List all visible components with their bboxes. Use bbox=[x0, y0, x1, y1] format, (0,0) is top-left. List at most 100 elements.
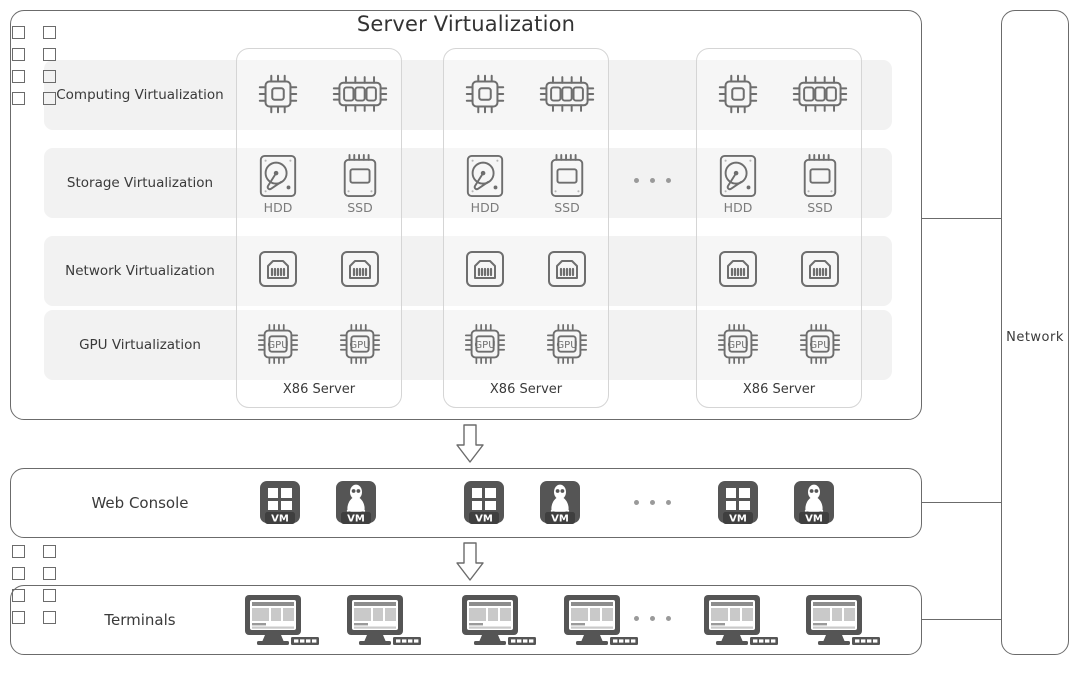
connector-console-to-network bbox=[922, 502, 1001, 503]
server-network-icons bbox=[697, 247, 861, 291]
ssd-caption: SSD bbox=[347, 200, 373, 215]
rj45-network-port-icon bbox=[454, 247, 516, 291]
desktop-terminal-icon[interactable] bbox=[460, 593, 538, 651]
layer-label-network: Network Virtualization bbox=[65, 263, 215, 279]
desktop-terminal-icon[interactable] bbox=[804, 593, 882, 651]
gpu-chip-icon: GPU bbox=[247, 321, 309, 367]
cpu-single-core-icon bbox=[454, 71, 516, 117]
ssd-caption: SSD bbox=[807, 200, 833, 215]
solid-state-drive-icon: SSD bbox=[789, 153, 851, 215]
network-port bbox=[42, 611, 56, 624]
cpu-multi-core-icon bbox=[789, 71, 851, 117]
server-compute-icons bbox=[697, 71, 861, 117]
x86-server-card[interactable]: HDD SSD GPU GPU X86 Server bbox=[236, 48, 402, 408]
svg-text:GPU: GPU bbox=[267, 340, 288, 351]
gpu-chip-icon: GPU bbox=[789, 321, 851, 367]
svg-text:GPU: GPU bbox=[474, 340, 495, 351]
rj45-network-port-icon bbox=[707, 247, 769, 291]
solid-state-drive-icon: SSD bbox=[329, 153, 391, 215]
network-port bbox=[11, 70, 25, 83]
desktop-terminal-icon[interactable] bbox=[562, 593, 640, 651]
hdd-caption: HDD bbox=[263, 200, 293, 215]
windows-vm-icon[interactable]: VM bbox=[462, 480, 506, 530]
server-storage-icons: HDD SSD bbox=[697, 153, 861, 215]
network-label: Network bbox=[1006, 330, 1064, 345]
svg-text:VM: VM bbox=[475, 514, 493, 525]
connector-servers-to-network bbox=[922, 218, 1001, 219]
page-title: Server Virtualization bbox=[356, 12, 576, 36]
desktop-terminal-icon[interactable] bbox=[345, 593, 423, 651]
network-port bbox=[42, 70, 56, 83]
network-port bbox=[42, 48, 56, 61]
layer-label-computing: Computing Virtualization bbox=[56, 87, 224, 103]
rj45-network-port-icon bbox=[789, 247, 851, 291]
cpu-multi-core-icon bbox=[329, 71, 391, 117]
desktop-terminal-icon[interactable] bbox=[702, 593, 780, 651]
layer-label-storage: Storage Virtualization bbox=[66, 175, 214, 191]
network-port bbox=[11, 611, 25, 624]
network-port bbox=[42, 567, 56, 580]
linux-vm-icon[interactable]: VM bbox=[538, 480, 582, 530]
network-port bbox=[42, 545, 56, 558]
windows-vm-icon[interactable]: VM bbox=[258, 480, 302, 530]
server-storage-icons: HDD SSD bbox=[237, 153, 401, 215]
windows-vm-icon[interactable]: VM bbox=[716, 480, 760, 530]
server-network-icons bbox=[444, 247, 608, 291]
solid-state-drive-icon: SSD bbox=[536, 153, 598, 215]
down-arrow-icon bbox=[453, 424, 487, 468]
cpu-multi-core-icon bbox=[536, 71, 598, 117]
server-gpu-icons: GPU GPU bbox=[444, 321, 608, 367]
diagram-canvas: Server Virtualization Computing Virtuali… bbox=[0, 0, 1081, 680]
svg-text:VM: VM bbox=[729, 514, 747, 525]
linux-vm-icon[interactable]: VM bbox=[334, 480, 378, 530]
down-arrow-icon bbox=[453, 542, 487, 586]
terminals-label: Terminals bbox=[104, 611, 176, 629]
svg-text:VM: VM bbox=[347, 514, 365, 525]
network-port bbox=[11, 48, 25, 61]
hard-disk-drive-icon: HDD bbox=[247, 153, 309, 215]
connector-terminals-to-network bbox=[922, 619, 1001, 620]
rj45-network-port-icon bbox=[536, 247, 598, 291]
network-port bbox=[11, 567, 25, 580]
gpu-chip-icon: GPU bbox=[329, 321, 391, 367]
rj45-network-port-icon bbox=[329, 247, 391, 291]
svg-text:GPU: GPU bbox=[349, 340, 370, 351]
network-port bbox=[42, 92, 56, 105]
hard-disk-drive-icon: HDD bbox=[454, 153, 516, 215]
svg-text:GPU: GPU bbox=[809, 340, 830, 351]
server-storage-icons: HDD SSD bbox=[444, 153, 608, 215]
cpu-single-core-icon bbox=[247, 71, 309, 117]
servers-ellipsis bbox=[634, 178, 671, 183]
x86-server-card[interactable]: HDD SSD GPU GPU X86 Server bbox=[443, 48, 609, 408]
layer-label-gpu: GPU Virtualization bbox=[79, 337, 201, 353]
hdd-caption: HDD bbox=[723, 200, 753, 215]
server-network-icons bbox=[237, 247, 401, 291]
network-ports-bottom bbox=[0, 545, 68, 625]
svg-text:VM: VM bbox=[551, 514, 569, 525]
cpu-single-core-icon bbox=[707, 71, 769, 117]
network-port bbox=[11, 545, 25, 558]
svg-text:GPU: GPU bbox=[556, 340, 577, 351]
network-port bbox=[42, 589, 56, 602]
network-port bbox=[11, 92, 25, 105]
server-compute-icons bbox=[444, 71, 608, 117]
console-ellipsis bbox=[634, 500, 671, 505]
network-port bbox=[42, 26, 56, 39]
x86-server-card[interactable]: HDD SSD GPU GPU X86 Server bbox=[696, 48, 862, 408]
terminals-ellipsis bbox=[634, 616, 671, 621]
network-port bbox=[11, 26, 25, 39]
server-gpu-icons: GPU GPU bbox=[697, 321, 861, 367]
svg-text:GPU: GPU bbox=[727, 340, 748, 351]
svg-text:VM: VM bbox=[271, 514, 289, 525]
desktop-terminal-icon[interactable] bbox=[243, 593, 321, 651]
gpu-chip-icon: GPU bbox=[536, 321, 598, 367]
server-gpu-icons: GPU GPU bbox=[237, 321, 401, 367]
server-caption: X86 Server bbox=[282, 382, 356, 397]
svg-text:VM: VM bbox=[805, 514, 823, 525]
gpu-chip-icon: GPU bbox=[454, 321, 516, 367]
server-caption: X86 Server bbox=[489, 382, 563, 397]
server-compute-icons bbox=[237, 71, 401, 117]
network-ports-top bbox=[0, 26, 68, 106]
hdd-caption: HDD bbox=[470, 200, 500, 215]
linux-vm-icon[interactable]: VM bbox=[792, 480, 836, 530]
